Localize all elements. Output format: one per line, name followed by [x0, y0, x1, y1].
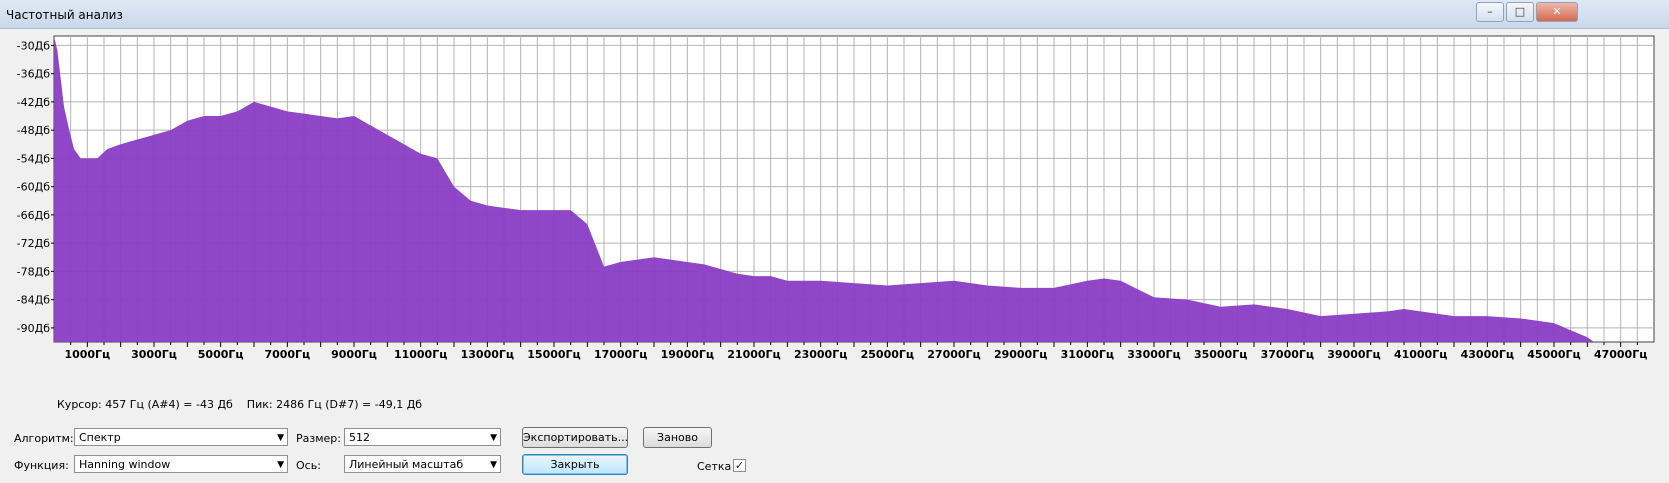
status-line: Курсор: 457 Гц (A#4) = -43 Дб Пик: 2486 … — [57, 398, 423, 411]
window-title: Частотный анализ — [6, 8, 123, 22]
x-tick-label: 33000Гц — [1127, 348, 1180, 361]
minimize-icon[interactable]: – — [1476, 2, 1504, 22]
x-tick-label: 43000Гц — [1461, 348, 1514, 361]
y-tick-label: -78Дб — [17, 265, 51, 278]
size-select[interactable]: 512 ▼ — [344, 428, 501, 446]
x-tick-label: 5000Гц — [198, 348, 244, 361]
axis-label: Ось: — [296, 459, 321, 472]
x-tick-label: 1000Гц — [64, 348, 110, 361]
algorithm-label: Алгоритм: — [14, 432, 74, 445]
checkmark-icon: ✓ — [734, 459, 745, 472]
y-tick-label: -72Дб — [17, 237, 51, 250]
x-tick-label: 29000Гц — [994, 348, 1047, 361]
x-tick-label: 17000Гц — [594, 348, 647, 361]
reset-button[interactable]: Заново — [643, 427, 712, 448]
x-tick-label: 31000Гц — [1061, 348, 1114, 361]
close-icon[interactable]: ✕ — [1536, 2, 1578, 22]
y-tick-label: -60Дб — [17, 181, 51, 194]
x-tick-label: 41000Гц — [1394, 348, 1447, 361]
x-tick-label: 37000Гц — [1261, 348, 1314, 361]
y-tick-label: -48Дб — [17, 124, 51, 137]
x-tick-label: 39000Гц — [1327, 348, 1380, 361]
spectrum-plot[interactable]: -30Дб -36Дб -42Дб -48Дб -54Дб -60Дб -66Дб -72Дб… — [2, 30, 1666, 392]
title-bar: Частотный анализ – □ ✕ — [0, 0, 1669, 29]
x-tick-label: 9000Гц — [331, 348, 377, 361]
maximize-icon[interactable]: □ — [1506, 2, 1534, 22]
export-button[interactable]: Экспортировать... — [522, 427, 628, 448]
function-label: Функция: — [14, 459, 69, 472]
size-value: 512 — [349, 431, 370, 444]
axis-select[interactable]: Линейный масштаб ▼ — [344, 455, 501, 473]
chevron-down-icon: ▼ — [277, 460, 284, 470]
x-tick-label: 35000Гц — [1194, 348, 1247, 361]
close-button[interactable]: Закрыть — [522, 454, 628, 475]
x-tick-label: 7000Гц — [264, 348, 310, 361]
size-label: Размер: — [296, 432, 341, 445]
chevron-down-icon: ▼ — [490, 460, 497, 470]
x-tick-label: 47000Гц — [1594, 348, 1647, 361]
chevron-down-icon: ▼ — [490, 433, 497, 443]
x-tick-label: 45000Гц — [1527, 348, 1580, 361]
y-tick-label: -54Дб — [17, 152, 51, 165]
function-select[interactable]: Hanning window ▼ — [74, 455, 288, 473]
x-tick-label: 25000Гц — [861, 348, 914, 361]
y-tick-label: -42Дб — [17, 96, 51, 109]
chevron-down-icon: ▼ — [277, 433, 284, 443]
x-tick-label: 19000Гц — [661, 348, 714, 361]
grid-label: Сетка — [697, 460, 732, 473]
algorithm-select[interactable]: Спектр ▼ — [74, 428, 288, 446]
y-tick-label: -66Дб — [17, 209, 51, 222]
axis-value: Линейный масштаб — [349, 458, 464, 471]
x-axis-ticks: 1000Гц 3000Гц 5000Гц 7000Гц 9000Гц 11000Гц 130… — [64, 342, 1647, 361]
x-tick-label: 23000Гц — [794, 348, 847, 361]
grid-checkbox[interactable]: ✓ — [733, 459, 746, 472]
y-tick-label: -30Дб — [17, 39, 51, 52]
x-tick-label: 13000Гц — [461, 348, 514, 361]
x-tick-label: 21000Гц — [727, 348, 780, 361]
algorithm-value: Спектр — [79, 431, 121, 444]
x-tick-label: 11000Гц — [394, 348, 447, 361]
x-tick-label: 3000Гц — [131, 348, 177, 361]
spectrum-chart[interactable]: -30Дб -36Дб -42Дб -48Дб -54Дб -60Дб -66Дб -72Дб… — [2, 30, 1666, 392]
function-value: Hanning window — [79, 458, 171, 471]
x-tick-label: 27000Гц — [927, 348, 980, 361]
y-tick-label: -90Дб — [17, 322, 51, 335]
y-tick-label: -84Дб — [17, 294, 51, 307]
y-axis-ticks: -30Дб -36Дб -42Дб -48Дб -54Дб -60Дб -66Дб -72Дб… — [17, 39, 54, 335]
x-tick-label: 15000Гц — [527, 348, 580, 361]
y-tick-label: -36Дб — [17, 68, 51, 81]
